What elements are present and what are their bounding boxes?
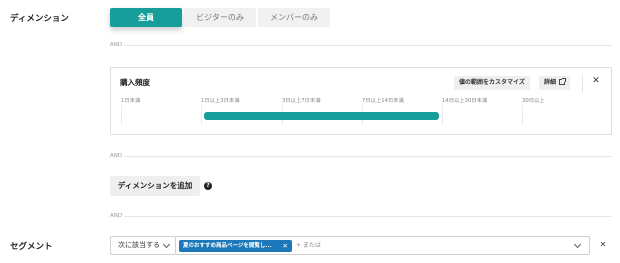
- tick-label: 3日以上7日未満: [282, 98, 321, 104]
- segment-input[interactable]: 夏のおすすめ商品ページを閲覧し... ✕ + または: [176, 236, 590, 255]
- dimension-label: ディメンション: [10, 14, 69, 24]
- and-label: AND: [110, 213, 123, 219]
- tick-line: [522, 105, 523, 125]
- operator-value: 次に該当する: [118, 241, 160, 249]
- divider-line: [124, 45, 612, 46]
- chip-label: 夏のおすすめ商品ページを閲覧し...: [183, 243, 272, 249]
- segment-close-button[interactable]: ✕: [597, 240, 609, 249]
- segment-chip[interactable]: 夏のおすすめ商品ページを閲覧し... ✕: [179, 240, 292, 252]
- chevron-down-icon[interactable]: [573, 240, 582, 249]
- customize-range-button[interactable]: 値の範囲をカスタマイズ: [454, 76, 530, 90]
- and-label: AND: [110, 153, 123, 159]
- and-divider: AND: [110, 151, 612, 161]
- audience-segmented-control: 全員 ビジターのみ メンバーのみ: [110, 8, 332, 27]
- external-link-icon: [559, 78, 567, 85]
- tick-line: [201, 105, 202, 125]
- tab-all[interactable]: 全員: [110, 8, 182, 27]
- detail-label: 詳細: [544, 79, 557, 86]
- purchase-frequency-card: 購入頻度 値の範囲をカスタマイズ 詳細 ✕ 1日未満 1日以上3日未満 3日以上…: [110, 67, 612, 135]
- tick-line: [442, 105, 443, 125]
- add-dimension-button[interactable]: ディメンションを追加: [110, 176, 200, 196]
- chevron-down-icon: [162, 240, 171, 249]
- segment-label: セグメント: [10, 242, 53, 252]
- and-divider: AND: [110, 40, 612, 50]
- tick-label: 14日以上30日未満: [442, 98, 488, 104]
- tick-line: [121, 105, 122, 125]
- divider-line: [124, 156, 612, 157]
- tab-visitors-only[interactable]: ビジターのみ: [184, 8, 256, 27]
- card-close-button[interactable]: ✕: [589, 76, 603, 86]
- tick-label: 1日未満: [121, 98, 141, 104]
- card-title: 購入頻度: [120, 78, 150, 87]
- tick-label: 7日以上14日未満: [362, 98, 404, 104]
- tick-label: 1日以上3日未満: [201, 98, 240, 104]
- divider-line: [124, 216, 612, 217]
- and-label: AND: [110, 42, 123, 48]
- tab-members-only[interactable]: メンバーのみ: [258, 8, 330, 27]
- detail-button[interactable]: 詳細: [539, 76, 571, 90]
- chip-remove-icon[interactable]: ✕: [283, 240, 288, 252]
- segment-operator-select[interactable]: 次に該当する: [110, 236, 176, 255]
- or-add-link[interactable]: + または: [296, 237, 321, 254]
- tick-label: 30日以上: [522, 98, 545, 104]
- help-icon[interactable]: ?: [204, 182, 212, 190]
- vertical-divider: [582, 75, 583, 92]
- and-divider: AND: [110, 211, 612, 221]
- range-slider-bar[interactable]: [204, 112, 439, 120]
